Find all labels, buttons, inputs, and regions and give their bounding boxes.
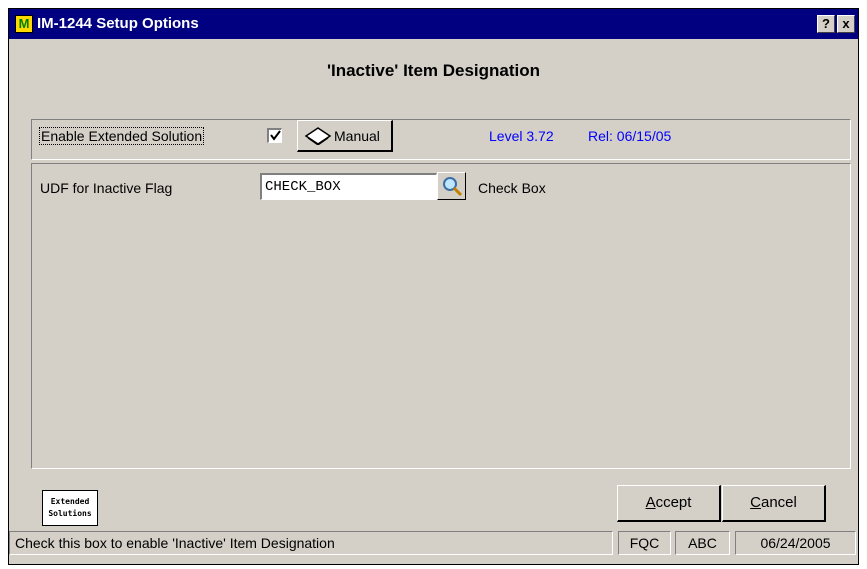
logo-line1: Extended xyxy=(50,497,90,506)
page-heading: 'Inactive' Item Designation xyxy=(326,61,541,80)
app-icon: M xyxy=(15,15,33,33)
status-message: Check this box to enable 'Inactive' Item… xyxy=(9,531,613,555)
window-title: IM-1244 Setup Options xyxy=(37,15,199,32)
enable-extended-solution-label[interactable]: Enable Extended Solution xyxy=(38,127,205,145)
status-date: 06/24/2005 xyxy=(735,531,856,555)
release-date-text: Rel: 06/15/05 xyxy=(588,128,672,144)
cancel-hotkey: C xyxy=(750,494,761,511)
extended-solutions-logo: Extended Solutions xyxy=(42,490,98,526)
manual-button-label: Manual xyxy=(334,128,380,144)
check-icon xyxy=(270,130,281,141)
book-icon xyxy=(304,127,332,148)
help-button[interactable]: ? xyxy=(817,15,835,33)
accept-hotkey: A xyxy=(645,494,656,511)
accept-button[interactable]: Accept xyxy=(617,485,721,522)
status-company: FQC xyxy=(618,531,671,555)
status-user: ABC xyxy=(675,531,730,555)
magnifier-icon xyxy=(443,177,463,197)
enable-extended-solution-checkbox[interactable] xyxy=(267,128,282,143)
manual-button[interactable]: Manual xyxy=(297,120,393,152)
close-button[interactable]: x xyxy=(837,15,855,33)
settings-panel xyxy=(31,163,851,469)
logo-line2: Solutions xyxy=(48,509,92,518)
accept-label: ccept xyxy=(655,494,692,511)
udf-lookup-button[interactable] xyxy=(437,172,466,200)
cancel-button[interactable]: Cancel xyxy=(722,485,826,522)
udf-description: Check Box xyxy=(478,180,546,196)
udf-inactive-flag-input[interactable] xyxy=(260,173,437,200)
level-text: Level 3.72 xyxy=(489,128,554,144)
title-bar[interactable]: M IM-1244 Setup Options ? x xyxy=(9,9,858,39)
cancel-label: ancel xyxy=(760,494,797,511)
udf-inactive-flag-label: UDF for Inactive Flag xyxy=(40,180,173,196)
status-bar: Check this box to enable 'Inactive' Item… xyxy=(8,531,857,555)
